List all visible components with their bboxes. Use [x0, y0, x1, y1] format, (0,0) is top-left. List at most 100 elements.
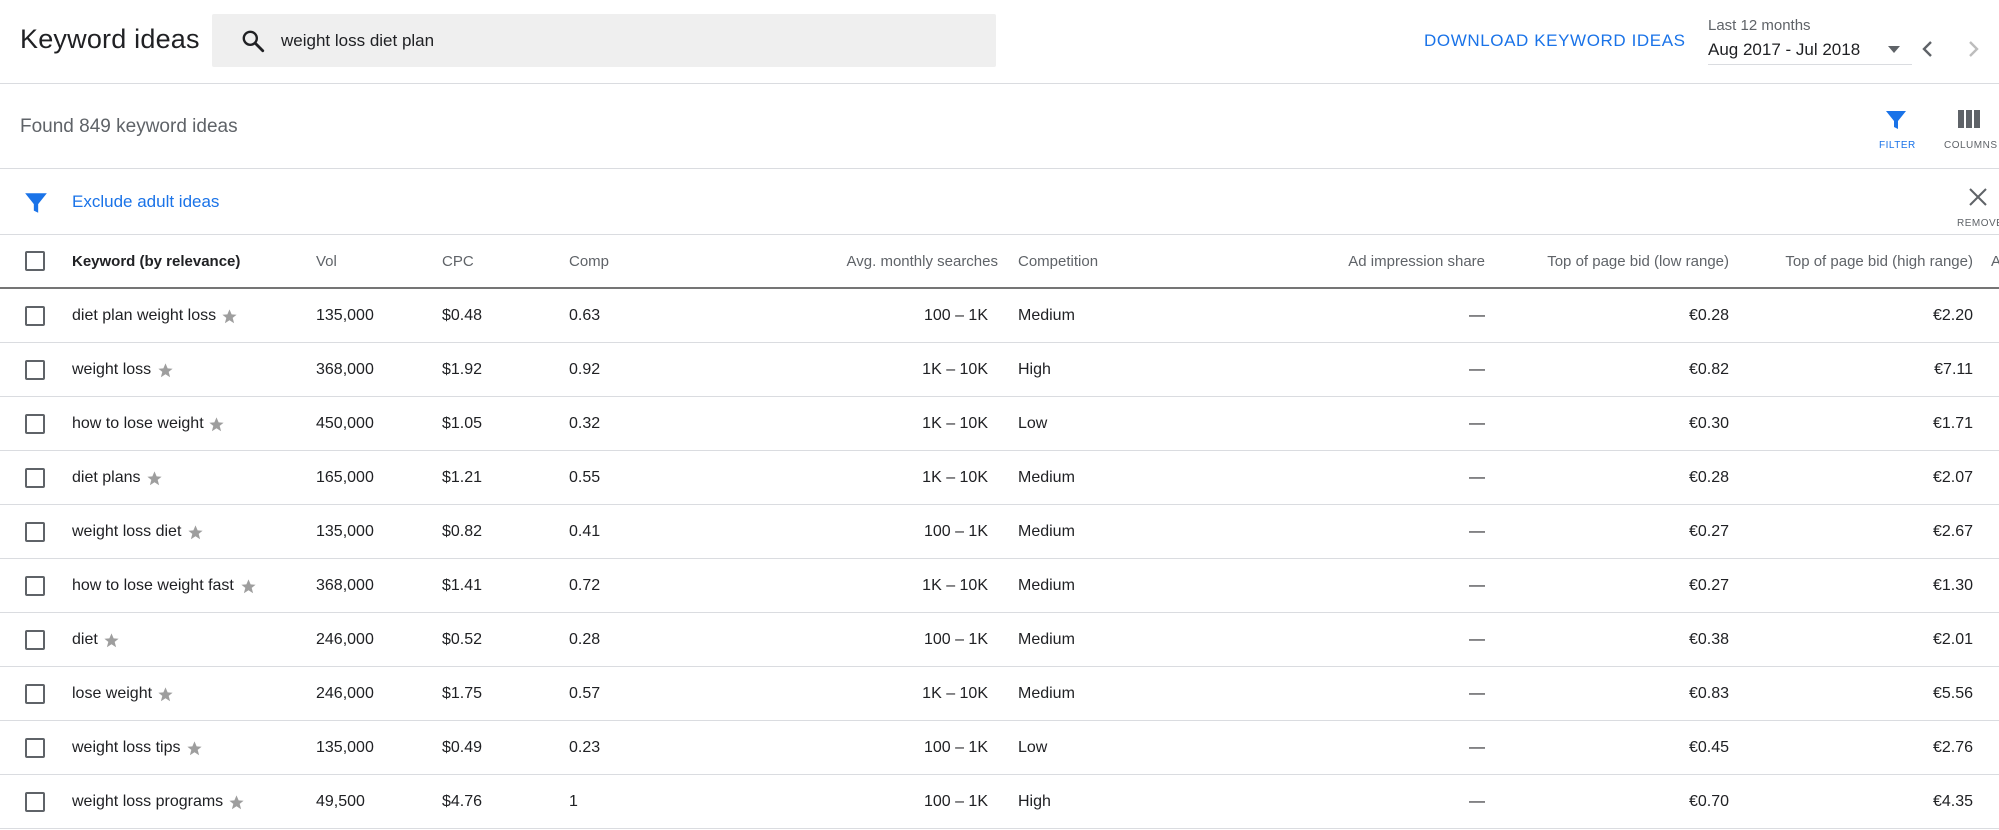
close-icon[interactable]: [1966, 185, 1990, 209]
star-icon[interactable]: [187, 524, 204, 541]
column-header-competition[interactable]: Competition: [1018, 253, 1098, 270]
download-keyword-ideas-button[interactable]: DOWNLOAD KEYWORD IDEAS: [1424, 31, 1686, 51]
keyword-cell: weight loss: [72, 361, 152, 378]
avg-searches-cell: 100 – 1K: [923, 793, 988, 810]
keyword-cell: diet plans: [72, 469, 141, 486]
comp-cell: 0.55: [569, 469, 601, 486]
star-icon[interactable]: [157, 362, 174, 379]
row-checkbox[interactable]: [25, 360, 45, 380]
cpc-cell: $0.49: [442, 739, 483, 756]
summary-bar: [0, 85, 1999, 169]
avg-searches-cell: 100 – 1K: [923, 523, 988, 540]
bid-low-cell: €0.70: [1688, 793, 1729, 810]
bid-low-cell: €0.27: [1688, 523, 1729, 540]
avg-searches-cell: 1K – 10K: [922, 415, 988, 432]
row-checkbox[interactable]: [25, 522, 45, 542]
cpc-cell: $0.48: [442, 307, 483, 324]
column-header-vol[interactable]: Vol: [316, 253, 337, 270]
bid-high-cell: €1.30: [1932, 577, 1973, 594]
ad-share-cell: —: [1469, 415, 1485, 432]
chevron-down-icon[interactable]: [1886, 43, 1902, 55]
cpc-cell: $1.05: [442, 415, 483, 432]
bid-low-cell: €0.28: [1688, 469, 1729, 486]
columns-button-label[interactable]: COLUMNS: [1944, 140, 1998, 151]
row-checkbox[interactable]: [25, 738, 45, 758]
bid-high-cell: €5.56: [1932, 685, 1973, 702]
competition-cell: High: [1018, 793, 1051, 810]
star-icon[interactable]: [157, 686, 174, 703]
results-count: Found 849 keyword ideas: [20, 116, 238, 137]
star-icon[interactable]: [208, 416, 225, 433]
vol-cell: 368,000: [316, 361, 374, 378]
bid-low-cell: €0.30: [1688, 415, 1729, 432]
column-header-cpc[interactable]: CPC: [442, 253, 474, 270]
row-checkbox[interactable]: [25, 684, 45, 704]
star-icon[interactable]: [228, 794, 245, 811]
comp-cell: 0.23: [569, 739, 601, 756]
competition-cell: Medium: [1018, 469, 1075, 486]
row-checkbox[interactable]: [25, 306, 45, 326]
column-header-ad-impression-share[interactable]: Ad impression share: [1250, 253, 1485, 270]
remove-filter-label[interactable]: REMOVE: [1957, 218, 1999, 229]
star-icon[interactable]: [240, 578, 257, 595]
vol-cell: 135,000: [316, 307, 374, 324]
vol-cell: 368,000: [316, 577, 374, 594]
competition-cell: Medium: [1018, 685, 1075, 702]
ad-share-cell: —: [1469, 685, 1485, 702]
column-header-comp[interactable]: Comp: [569, 253, 609, 270]
row-checkbox[interactable]: [25, 414, 45, 434]
cpc-cell: $1.41: [442, 577, 483, 594]
chevron-right-icon[interactable]: [1963, 38, 1983, 60]
date-range-select[interactable]: Aug 2017 - Jul 2018: [1708, 40, 1860, 60]
row-checkbox[interactable]: [25, 630, 45, 650]
filter-button-label[interactable]: FILTER: [1879, 140, 1916, 151]
ad-share-cell: —: [1469, 739, 1485, 756]
vol-cell: 450,000: [316, 415, 374, 432]
row-checkbox[interactable]: [25, 576, 45, 596]
search-icon[interactable]: [240, 28, 266, 54]
vol-cell: 246,000: [316, 631, 374, 648]
bid-high-cell: €4.35: [1932, 793, 1973, 810]
column-header-bid-high[interactable]: Top of page bid (high range): [1740, 253, 1973, 270]
ad-share-cell: —: [1469, 523, 1485, 540]
comp-cell: 0.63: [569, 307, 601, 324]
column-header-avg-monthly-searches[interactable]: Avg. monthly searches: [778, 253, 998, 270]
filter-icon[interactable]: [1884, 108, 1908, 132]
keyword-cell: weight loss diet: [72, 523, 182, 540]
row-checkbox[interactable]: [25, 468, 45, 488]
keyword-cell: diet plan weight loss: [72, 307, 217, 324]
column-header-cut-off[interactable]: A: [1991, 253, 1999, 270]
search-value[interactable]: weight loss diet plan: [281, 31, 434, 51]
avg-searches-cell: 1K – 10K: [922, 361, 988, 378]
column-header-bid-low[interactable]: Top of page bid (low range): [1490, 253, 1729, 270]
ad-share-cell: —: [1469, 577, 1485, 594]
star-icon[interactable]: [146, 470, 163, 487]
vol-cell: 49,500: [316, 793, 365, 810]
bid-high-cell: €2.76: [1932, 739, 1973, 756]
exclude-adult-ideas-filter[interactable]: Exclude adult ideas: [72, 192, 219, 212]
column-header-keyword[interactable]: Keyword (by relevance): [72, 253, 240, 270]
chevron-left-icon[interactable]: [1918, 38, 1938, 60]
bid-low-cell: €0.83: [1688, 685, 1729, 702]
avg-searches-cell: 1K – 10K: [922, 577, 988, 594]
select-all-checkbox[interactable]: [25, 251, 45, 271]
bid-high-cell: €7.11: [1934, 361, 1973, 378]
bid-high-cell: €2.07: [1932, 469, 1973, 486]
ad-share-cell: —: [1469, 361, 1485, 378]
star-icon[interactable]: [103, 632, 120, 649]
star-icon[interactable]: [186, 740, 203, 757]
competition-cell: Low: [1018, 739, 1048, 756]
comp-cell: 0.41: [569, 523, 601, 540]
star-icon[interactable]: [221, 308, 238, 325]
competition-cell: Low: [1018, 415, 1048, 432]
filter-icon: [25, 193, 47, 213]
columns-icon[interactable]: [1957, 108, 1981, 130]
avg-searches-cell: 100 – 1K: [923, 631, 988, 648]
competition-cell: Medium: [1018, 631, 1075, 648]
competition-cell: Medium: [1018, 523, 1075, 540]
vol-cell: 246,000: [316, 685, 374, 702]
comp-cell: 0.72: [569, 577, 601, 594]
row-checkbox[interactable]: [25, 792, 45, 812]
comp-cell: 0.28: [569, 631, 601, 648]
competition-cell: High: [1018, 361, 1051, 378]
